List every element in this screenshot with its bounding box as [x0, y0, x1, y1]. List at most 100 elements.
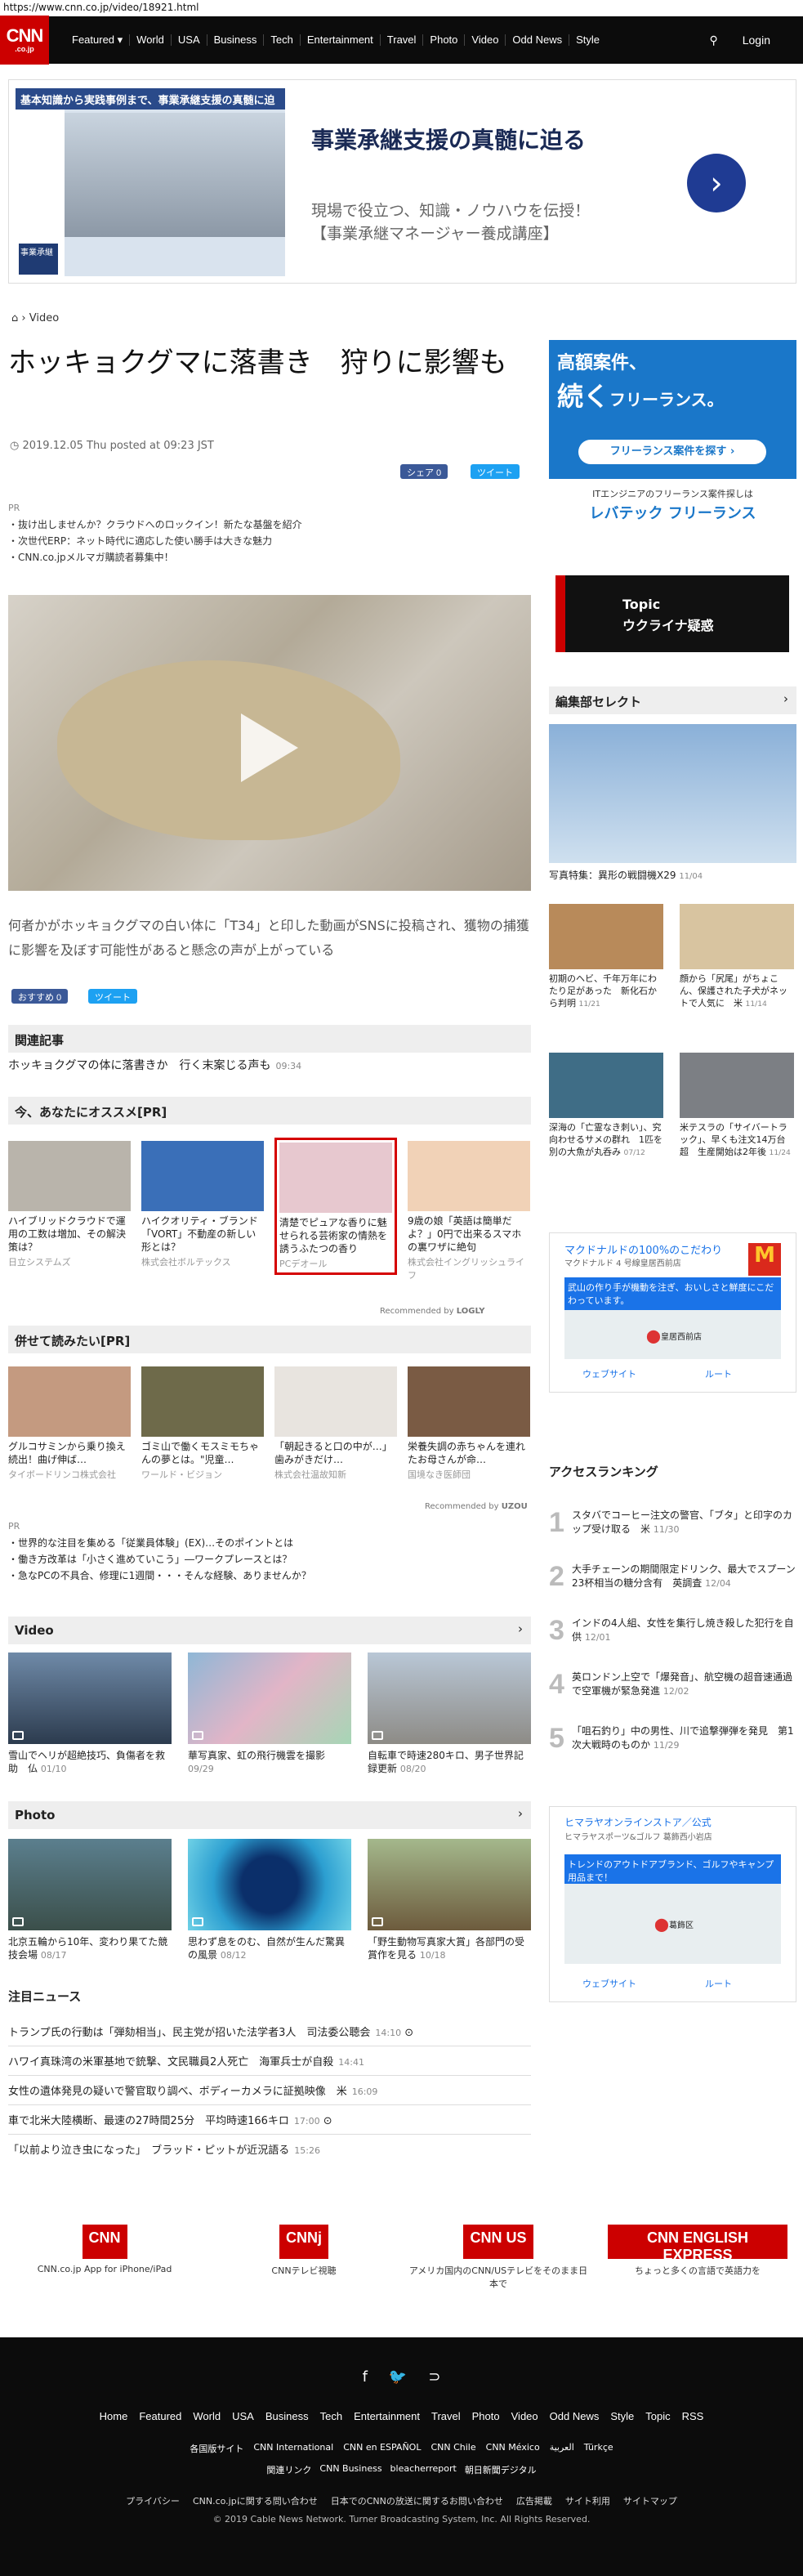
website-button[interactable]: ウェブサイト	[582, 1367, 636, 1380]
map-area[interactable]: ⬤ 葛飾区	[564, 1884, 781, 1964]
nav-style[interactable]: Style	[569, 34, 606, 46]
footer-link[interactable]: Video	[511, 2410, 538, 2422]
nav-featured[interactable]: Featured ▾	[65, 34, 129, 46]
news-item[interactable]: 車で北米大陸横断、最速の27時間25分 平均時速166キロ 17:00 ⊙	[8, 2105, 531, 2135]
pr-link[interactable]: ・働き方改革は「小さく進めていこう」―ワークプレースとは？	[8, 1551, 531, 1568]
footer-link[interactable]: Home	[100, 2410, 128, 2422]
footer-link[interactable]: Tech	[320, 2410, 342, 2422]
news-item[interactable]: トランプ氏の行動は「弾劾相当」、民主党が招いた法学者3人 司法委公聴会 14:10…	[8, 2017, 531, 2046]
footer-link[interactable]: Photo	[472, 2410, 500, 2422]
together-card[interactable]: ゴミ山で働くモスミモちゃんの夢とは。"児童… ワールド・ビジョン	[141, 1366, 264, 1481]
footer-link[interactable]: サイトマップ	[623, 2494, 677, 2507]
video-tile[interactable]: 自転車で時速280キロ、男子世界記録更新 08/20	[368, 1652, 531, 1776]
editors-item[interactable]: 米テスラの「サイバートラック」、早くも注文14万台超 生産開始は2年後 11/2…	[680, 1053, 794, 1159]
together-card[interactable]: 「朝起きると口の中が…」歯みがきだけ… 株式会社温故知新	[274, 1366, 397, 1481]
editors-item[interactable]: 顔から「尻尾」がちょこん、保護された子犬がネットで人気に 米 11/14	[680, 904, 794, 1010]
footer-link[interactable]: RSS	[682, 2410, 704, 2422]
editors-main-image[interactable]	[549, 724, 796, 863]
search-icon[interactable]: ⚲	[709, 34, 717, 47]
footer-link[interactable]: Travel	[431, 2410, 461, 2422]
twitter-icon[interactable]: 🐦	[389, 2368, 407, 2386]
rss-icon[interactable]: ⊃	[428, 2368, 440, 2386]
video-tile[interactable]: 華写真家、虹の飛行機雲を撮影 09/29	[188, 1652, 351, 1776]
pr-link-2[interactable]: ・次世代ERP：ネット時代に適応した使い勝手は大きな魅力	[8, 533, 531, 549]
login-link[interactable]: Login	[743, 34, 770, 47]
top-ad-banner[interactable]: 基本知識から実践事例まで、事業承継支援の真髄に迫る 事業承継 事業承継支援の真髄…	[8, 79, 796, 284]
chevron-right-icon[interactable]: ›	[518, 1621, 523, 1636]
ranking-item[interactable]: 1 スタバでコーヒー注文の警官、「ブタ」と印字のカップ受け取る 米 11/30	[549, 1509, 796, 1536]
tweet-button-2[interactable]: ツイート	[88, 989, 137, 1004]
side-ad-freelance[interactable]: 高額案件、 続くフリーランス。 フリーランス案件を探す ›	[549, 340, 796, 479]
related-item[interactable]: ホッキョクグマの体に落書きか 行く末案じる声も 09:34	[8, 1057, 301, 1073]
ranking-item[interactable]: 2 大手チェーンの期間限定ドリンク、最大でスプーン23杯相当の糖分含有 英調査 1…	[549, 1563, 796, 1590]
map-ad-himaraya[interactable]: ヒマラヤオンラインストア／公式 ヒマラヤスポーツ&ゴルフ 葛飾西小岩店 トレンド…	[549, 1806, 796, 2002]
footer-link[interactable]: Türkçe	[584, 2442, 613, 2455]
footer-link[interactable]: Style	[610, 2410, 634, 2422]
app-link[interactable]: CNNj CNNテレビ視聴	[214, 2225, 394, 2277]
tweet-button[interactable]: ツイート	[471, 464, 520, 479]
footer-link[interactable]: CNN Business	[319, 2463, 381, 2476]
footer-link[interactable]: Featured	[139, 2410, 181, 2422]
news-item[interactable]: ハワイ真珠湾の米軍基地で銃撃、文民職員2人死亡 海軍兵士が自殺 14:41	[8, 2046, 531, 2076]
footer-link[interactable]: CNN.co.jpに関する問い合わせ	[193, 2494, 318, 2507]
video-tile[interactable]: 雪山でヘリが超絶技巧、負傷者を救助 仏 01/10	[8, 1652, 172, 1776]
nav-odd-news[interactable]: Odd News	[505, 34, 569, 46]
photo-tile[interactable]: 思わず息をのむ、自然が生んだ驚異の風景 08/12	[188, 1839, 351, 1962]
recommend-card[interactable]: ハイブリッドクラウドで運用の工数は増加、その解決策は？ 日立システムズ	[8, 1141, 131, 1268]
editors-item[interactable]: 深海の「亡霊なき刺い」、究向わせるサメの群れ 1匹を別の大魚が丸呑み 07/12	[549, 1053, 663, 1159]
uzou-logo[interactable]: UZOU	[502, 1502, 528, 1511]
footer-link[interactable]: Business	[265, 2410, 309, 2422]
facebook-like-button[interactable]: おすすめ 0	[11, 989, 69, 1004]
play-icon[interactable]	[241, 713, 298, 782]
recommend-card[interactable]: ハイクオリティ・ブランド「VORT」不動産の新しい形とは？ 株式会社ボルテックス	[141, 1141, 264, 1268]
photo-tile[interactable]: 「野生動物写真家大賞」各部門の受賞作を見る 10/18	[368, 1839, 531, 1962]
pr-link-3[interactable]: ・CNN.co.jpメルマガ購読者募集中！	[8, 549, 531, 566]
nav-photo[interactable]: Photo	[422, 34, 464, 46]
photo-section-header[interactable]: Photo ›	[8, 1801, 531, 1829]
app-link[interactable]: CNN US アメリカ国内のCNN/USテレビをそのまま日本で	[408, 2225, 588, 2290]
footer-link[interactable]: bleacherreport	[390, 2463, 457, 2476]
together-card[interactable]: 栄養失調の赤ちゃんを連れたお母さんが命… 国境なき医師団	[408, 1366, 530, 1481]
nav-tech[interactable]: Tech	[263, 34, 299, 46]
route-button[interactable]: ルート	[705, 1367, 732, 1380]
route-button[interactable]: ルート	[705, 1977, 732, 1990]
nav-video[interactable]: Video	[464, 34, 505, 46]
map-ad-mcdonalds[interactable]: マクドナルドの100%のこだわり マクドナルド 4 号線皇居西前店 M 武山の作…	[549, 1232, 796, 1393]
news-item[interactable]: 「以前より泣き虫になった」 ブラッド・ピットが近況語る 15:26	[8, 2135, 531, 2163]
footer-link[interactable]: サイト利用	[565, 2494, 610, 2507]
footer-link[interactable]: CNN México	[486, 2442, 540, 2455]
footer-link[interactable]: CNN Chile	[430, 2442, 475, 2455]
side-ad-cta-button[interactable]: フリーランス案件を探す ›	[578, 440, 766, 464]
news-item[interactable]: 女性の遺体発見の疑いで警官取り調べ、ボディーカメラに証拠映像 米 16:09	[8, 2076, 531, 2105]
footer-link[interactable]: USA	[232, 2410, 254, 2422]
ranking-item[interactable]: 5 「咀石釣り」中の男性、川で追撃弾弾を発見 第1次大戦時のものか 11/29	[549, 1724, 796, 1752]
pr-link[interactable]: ・世界的な注目を集める「従業員体験」(EX)…そのポイントとは	[8, 1535, 531, 1551]
home-icon[interactable]: ⌂	[11, 312, 18, 324]
recommend-card[interactable]: 9歳の娘「英語は簡単だよ？」0円で出来るスマホの裏ワザに絶句 株式会社イングリッシ…	[408, 1141, 530, 1281]
footer-link[interactable]: 関連リンク	[266, 2463, 311, 2476]
website-button[interactable]: ウェブサイト	[582, 1977, 636, 1990]
footer-link[interactable]: Odd News	[550, 2410, 600, 2422]
footer-link[interactable]: CNN International	[253, 2442, 333, 2455]
footer-link[interactable]: Topic	[645, 2410, 670, 2422]
ranking-item[interactable]: 4 英ロンドン上空で「爆発音」、航空機の超音速通過で空軍機が緊急発進 12/02	[549, 1670, 796, 1698]
pr-link-1[interactable]: ・抜け出しませんか？クラウドへのロックイン！新たな基盤を紹介	[8, 517, 531, 533]
footer-link[interactable]: 日本でのCNNの放送に関するお問い合わせ	[331, 2494, 503, 2507]
footer-link[interactable]: Entertainment	[354, 2410, 420, 2422]
editors-main-caption[interactable]: 写真特集：異形の戦闘機X29 11/04	[549, 868, 796, 882]
footer-link[interactable]: 各国版サイト	[190, 2442, 243, 2455]
cnn-logo[interactable]: CNN .co.jp	[0, 16, 49, 65]
editors-select-header[interactable]: 編集部セレクト ›	[549, 686, 796, 714]
levtech-logo[interactable]: レバテック フリーランス	[549, 502, 796, 523]
footer-link[interactable]: 広告掲載	[516, 2494, 552, 2507]
facebook-icon[interactable]: f	[363, 2368, 368, 2386]
nav-travel[interactable]: Travel	[379, 34, 423, 46]
together-card[interactable]: グルコサミンから乗り換え続出！曲げ伸ば… タイボードリンコ株式会社	[8, 1366, 131, 1481]
photo-tile[interactable]: 北京五輪から10年、変わり果てた競技会場 08/17	[8, 1839, 172, 1962]
footer-link[interactable]: 朝日新聞デジタル	[465, 2463, 537, 2476]
video-player[interactable]	[8, 595, 531, 891]
footer-link[interactable]: CNN en ESPAÑOL	[343, 2442, 421, 2455]
nav-usa[interactable]: USA	[170, 34, 207, 46]
topic-banner[interactable]: Topic ウクライナ疑惑	[555, 575, 789, 652]
app-link[interactable]: CNN ENGLISH EXPRESS ちょっと多くの言語で英語力を	[608, 2225, 787, 2277]
